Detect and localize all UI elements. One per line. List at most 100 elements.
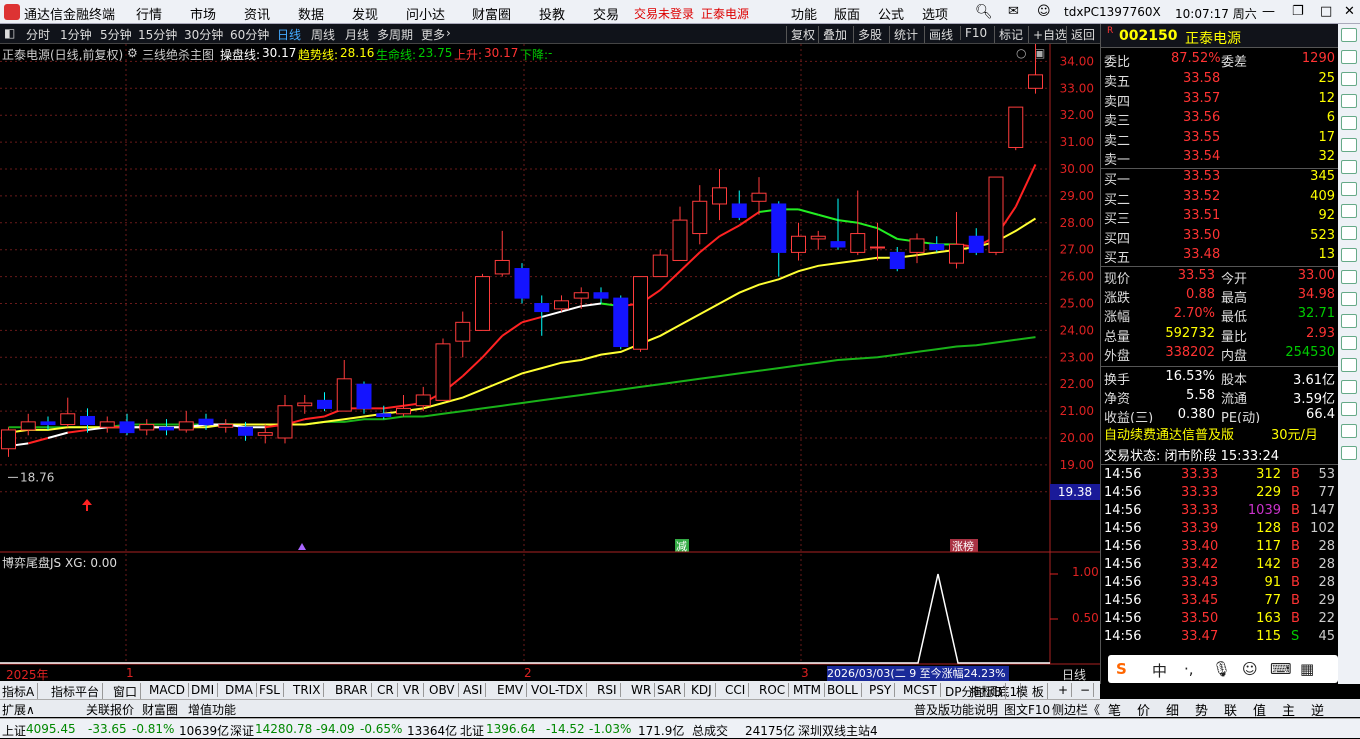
btn-fuquan[interactable]: 复权: [786, 26, 819, 43]
quote-tab-6[interactable]: 主: [1282, 700, 1295, 719]
maximize-icon[interactable]: □: [1320, 4, 1332, 19]
user-icon[interactable]: ☺: [1037, 4, 1051, 19]
search-icon[interactable]: 🔍︎: [975, 4, 993, 20]
side-tool-icon[interactable]: [1341, 402, 1357, 416]
ad-row[interactable]: 自动续费通达信普及版 30元/月: [1101, 423, 1339, 443]
ime-emoji-icon[interactable]: ☺: [1242, 660, 1258, 678]
indicator-tab-21[interactable]: MTM: [793, 683, 826, 697]
sh-label[interactable]: 上证: [2, 722, 26, 739]
side-tool-icon[interactable]: [1341, 72, 1357, 86]
quote-tab-3[interactable]: 势: [1195, 700, 1208, 719]
menu-item-faxian[interactable]: 发现: [352, 4, 378, 23]
menu-item-wenxiaoda[interactable]: 问小达: [406, 4, 445, 23]
indicator-tab-2[interactable]: 窗口: [113, 683, 142, 700]
subchart-label[interactable]: 博弈尾盘JS XG: 0.00: [2, 554, 117, 571]
indicator-tab-18[interactable]: KDJ: [691, 683, 716, 697]
indicator-tab-9[interactable]: CR: [377, 683, 398, 697]
period-more[interactable]: 更多: [421, 26, 445, 43]
indicator-tab-20[interactable]: ROC: [759, 683, 790, 697]
menu-item-shuju[interactable]: 数据: [298, 4, 324, 23]
stock-tag[interactable]: 正泰电源: [701, 5, 749, 22]
ime-toolbar[interactable]: S 中 ·, 🎙︎ ☺ ⌨ ▦: [1108, 655, 1338, 683]
btn-back[interactable]: 返回: [1066, 26, 1099, 43]
btn-f10[interactable]: F10: [960, 26, 991, 40]
indicator-tab-0[interactable]: 指标A: [2, 683, 39, 700]
side-tool-icon[interactable]: [1341, 248, 1357, 262]
ext-tab-1[interactable]: 关联报价: [86, 701, 134, 718]
sidebar-toggle-icon[interactable]: ◧: [4, 26, 15, 40]
indicator-tab-14[interactable]: VOL-TDX: [531, 683, 587, 697]
side-tool-icon[interactable]: [1341, 446, 1357, 460]
period-week[interactable]: 周线: [311, 26, 335, 43]
quote-tab-5[interactable]: 值: [1253, 700, 1266, 719]
ext-tab-right-1[interactable]: 图文F10: [1004, 701, 1050, 718]
side-tool-icon[interactable]: [1341, 204, 1357, 218]
quote-tab-4[interactable]: 联: [1224, 700, 1237, 719]
side-tool-icon[interactable]: [1341, 94, 1357, 108]
indicator-tab-17[interactable]: SAR: [657, 683, 686, 697]
ext-tab-right-2[interactable]: 侧边栏《: [1052, 701, 1100, 718]
ad-price[interactable]: 30元/月: [1271, 424, 1318, 443]
indicator-tab-22[interactable]: BOLL: [827, 683, 862, 697]
side-tool-icon[interactable]: [1341, 358, 1357, 372]
indicator-tab-11[interactable]: OBV: [429, 683, 459, 697]
indicator-tab-15[interactable]: RSI: [597, 683, 621, 697]
side-tool-icon[interactable]: [1341, 380, 1357, 394]
ime-grid-icon[interactable]: ▦: [1300, 660, 1314, 678]
btn-biaoji[interactable]: 标记: [994, 26, 1027, 43]
ext-tab-3[interactable]: 增值功能: [188, 701, 236, 718]
indicator-tab-16[interactable]: WR: [631, 683, 656, 697]
side-tool-icon[interactable]: [1341, 182, 1357, 196]
menu-item-xuanxiang[interactable]: 选项: [922, 4, 948, 23]
indicator-tab-1[interactable]: 指标平台: [51, 683, 104, 700]
menu-item-gongshi[interactable]: 公式: [878, 4, 904, 23]
close-icon[interactable]: ✕: [1344, 4, 1355, 19]
kline-chart[interactable]: 34.0033.0032.0031.0030.0029.0028.0027.00…: [0, 44, 1100, 681]
btn-huaxian[interactable]: 画线: [924, 26, 957, 43]
quote-tab-0[interactable]: 笔: [1108, 700, 1121, 719]
indicator-tab-right-0[interactable]: 指标B: [970, 683, 1007, 700]
side-tool-icon[interactable]: [1341, 138, 1357, 152]
indicator-tab-right-3[interactable]: −: [1080, 683, 1095, 697]
side-tool-icon[interactable]: [1341, 226, 1357, 240]
server-name[interactable]: 深圳双线主站4: [798, 722, 878, 739]
period-15min[interactable]: 15分钟: [138, 26, 177, 43]
indicator-tab-right-1[interactable]: 模 板: [1016, 683, 1048, 700]
side-tool-icon[interactable]: [1341, 160, 1357, 174]
side-tool-icon[interactable]: [1341, 424, 1357, 438]
ime-logo-icon[interactable]: S: [1116, 660, 1127, 678]
indicator-tab-8[interactable]: BRAR: [335, 683, 372, 697]
indicator-tab-5[interactable]: DMA: [225, 683, 257, 697]
indicator-tab-13[interactable]: EMV: [497, 683, 528, 697]
ime-punct[interactable]: ·,: [1184, 660, 1194, 678]
ext-tab-2[interactable]: 财富圈: [142, 701, 178, 718]
ext-tab-0[interactable]: 扩展∧: [2, 701, 35, 718]
side-tool-icon[interactable]: [1341, 116, 1357, 130]
side-tool-icon[interactable]: [1341, 336, 1357, 350]
ad-text[interactable]: 自动续费通达信普及版: [1104, 424, 1234, 443]
btn-diejia[interactable]: 叠加: [818, 26, 851, 43]
minimize-icon[interactable]: —: [1262, 4, 1275, 19]
indicator-tab-24[interactable]: MCST: [903, 683, 941, 697]
indicator-tab-12[interactable]: ASI: [463, 683, 487, 697]
period-60min[interactable]: 60分钟: [230, 26, 269, 43]
period-fenshi[interactable]: 分时: [26, 26, 50, 43]
sz-label[interactable]: 深证: [230, 722, 254, 739]
side-tool-icon[interactable]: [1341, 314, 1357, 328]
mail-icon[interactable]: ✉: [1008, 4, 1019, 19]
menu-item-shichang[interactable]: 市场: [190, 4, 216, 23]
btn-duogu[interactable]: 多股: [853, 26, 886, 43]
ime-chinese[interactable]: 中: [1152, 660, 1167, 681]
period-30min[interactable]: 30分钟: [184, 26, 223, 43]
menu-item-caifuquan[interactable]: 财富圈: [472, 4, 511, 23]
menu-item-gongneng[interactable]: 功能: [791, 4, 817, 23]
restore-icon[interactable]: ❐: [1292, 4, 1304, 19]
indicator-tab-4[interactable]: DMI: [191, 683, 219, 697]
trade-status[interactable]: 交易未登录: [634, 5, 694, 22]
side-tool-icon[interactable]: [1341, 292, 1357, 306]
btn-tongji[interactable]: 统计: [889, 26, 922, 43]
menu-item-jiaoyi[interactable]: 交易: [593, 4, 619, 23]
quote-tab-2[interactable]: 细: [1166, 700, 1179, 719]
indicator-tab-10[interactable]: VR: [403, 683, 424, 697]
quote-tab-1[interactable]: 价: [1137, 700, 1150, 719]
